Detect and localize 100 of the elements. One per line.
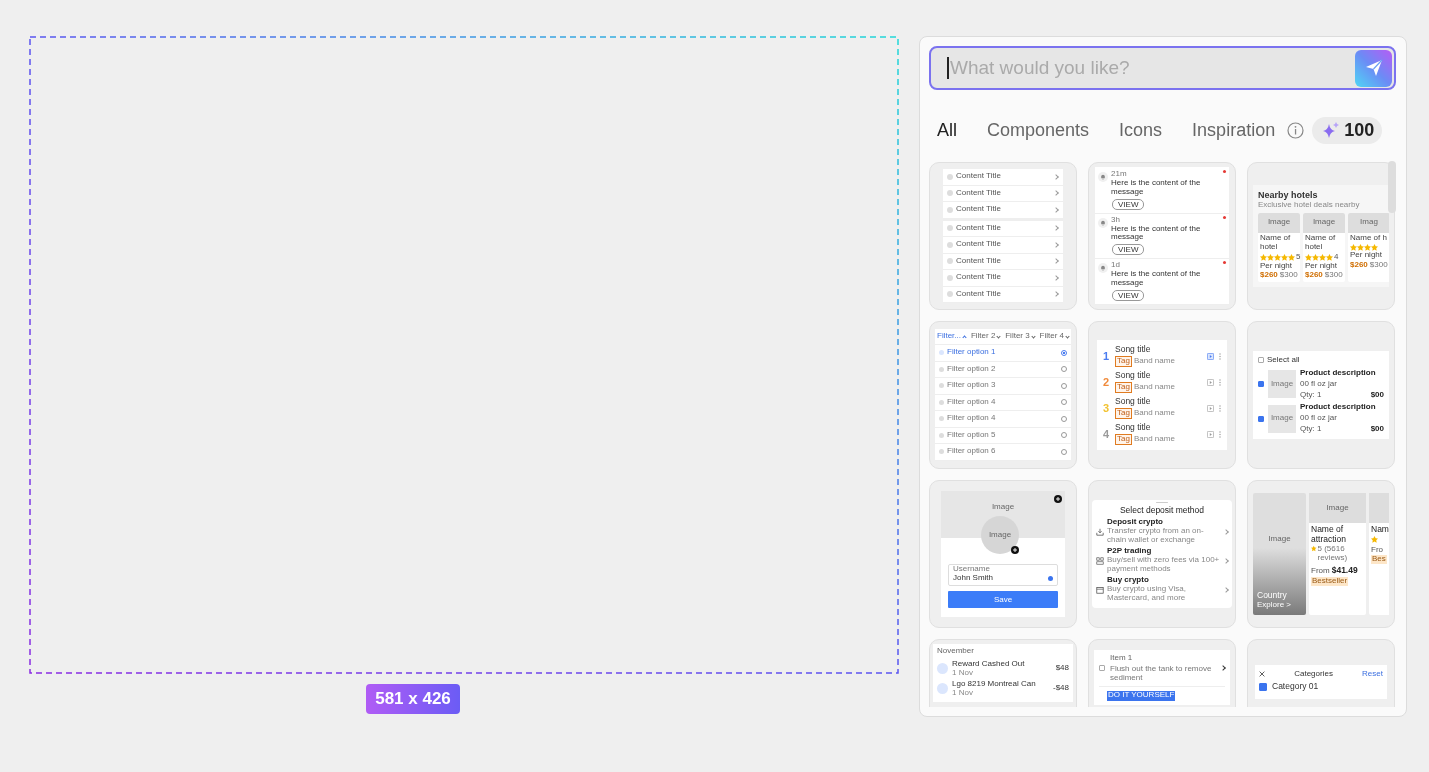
- old-price: $300: [1279, 271, 1298, 281]
- option-title: P2P trading: [1107, 547, 1153, 557]
- template-card[interactable]: Image Image Username John Smith Save: [929, 480, 1077, 628]
- template-card[interactable]: Content Title Content Title Content Title Content Title Content Title Content Title Content Title Content Title: [929, 162, 1077, 310]
- unread-dot: [1223, 169, 1226, 173]
- valid-icon: [1048, 576, 1053, 581]
- view-button[interactable]: VIEW: [1112, 198, 1145, 210]
- section-title: Nearby hotels: [1258, 189, 1319, 200]
- image-caption: Image: [1268, 535, 1291, 544]
- template-card[interactable]: 21m Here is the content of the message VIEW 3h Here is the content of the message VIEW 1d Here is the content of the message VIEW: [1088, 162, 1236, 310]
- template-card[interactable]: Filter... Filter 2 Filter 3 Filter 4 Filter option 1 Filter option 2 Filter option 3 Filter option 4 Filter option 4 Filter option 5 Filter option 6: [929, 321, 1077, 469]
- checkbox[interactable]: [1258, 357, 1264, 364]
- filter-dropdown[interactable]: Filter 4: [1039, 332, 1069, 342]
- play-icon[interactable]: [1207, 430, 1214, 438]
- tab[interactable]: Icons: [1111, 119, 1171, 141]
- explore-link[interactable]: Explore >: [1257, 601, 1292, 610]
- option-label: Filter option 6: [947, 447, 997, 457]
- send-button[interactable]: [1355, 49, 1392, 87]
- tag-label: Tag: [1115, 433, 1132, 445]
- filter-dropdown[interactable]: Filter 2: [970, 332, 1001, 342]
- price-caption: Fro: [1371, 545, 1383, 555]
- checkbox[interactable]: [1258, 415, 1264, 422]
- transaction-amount: -$48: [1053, 684, 1069, 694]
- avatar-icon: [937, 663, 948, 675]
- info-icon[interactable]: [1287, 121, 1305, 139]
- tag-label: Bestseller: [1311, 576, 1349, 586]
- song-title: Song title: [1115, 423, 1152, 433]
- template-card[interactable]: Image Country Explore > Image Name of attraction 5 (5616 reviews) From $41.49 Bestseller Nam Fro Bes: [1247, 480, 1395, 628]
- price: $00: [1370, 390, 1384, 400]
- quantity: Qty: 1: [1300, 425, 1322, 435]
- option-title: Buy crypto: [1107, 576, 1150, 586]
- checkbox[interactable]: [1259, 683, 1267, 691]
- avatar-icon: [937, 683, 948, 695]
- item-title: Content Title: [956, 205, 1002, 215]
- quantity: Qty: 1: [1300, 390, 1322, 400]
- track-number: 2: [1103, 375, 1110, 389]
- price: $260: [1350, 260, 1368, 270]
- wallet-icon: [1096, 585, 1104, 594]
- song-title: Song title: [1115, 397, 1152, 407]
- star-icon: [1371, 535, 1378, 543]
- avatar-icon: [939, 449, 944, 455]
- radio-button[interactable]: [1061, 349, 1067, 356]
- download-icon: [1096, 527, 1104, 536]
- add-icon[interactable]: [1011, 546, 1019, 554]
- tab[interactable]: Components: [979, 119, 1098, 141]
- save-button[interactable]: Save: [948, 591, 1058, 608]
- product-size: 00 fl oz jar: [1300, 414, 1338, 424]
- template-card[interactable]: [1088, 480, 1236, 628]
- view-button[interactable]: VIEW: [1112, 290, 1145, 302]
- template-card[interactable]: Nearby hotels Exclusive hotel deals nearby Image Name of hotel 5 Per night $260 $300 Image Name of hotel 4 Per night $260 $300 Imag Name of h Per night $260 $300: [1247, 162, 1395, 310]
- avatar-icon: [947, 291, 953, 298]
- track-number: 1: [1103, 349, 1110, 363]
- checkbox[interactable]: [1258, 381, 1264, 388]
- prompt-field[interactable]: What would you like?: [949, 57, 1355, 79]
- price-caption: Per night: [1349, 251, 1384, 261]
- prompt-bar[interactable]: What would you like?: [929, 46, 1396, 90]
- transaction-title: Lgo 8219 Montreal Can: [952, 679, 1037, 689]
- size-label: 581 x 426: [366, 684, 460, 714]
- bell-icon: [1098, 217, 1108, 228]
- template-card[interactable]: November Reward Cashed Out 1 Nov $48 Lgo 8219 Montreal Can 1 Nov -$48: [929, 639, 1077, 707]
- reset-link[interactable]: Reset: [1362, 669, 1383, 679]
- option-label: Filter option 4: [947, 414, 997, 424]
- band-name: Band name: [1133, 382, 1175, 392]
- tab[interactable]: All: [929, 119, 965, 141]
- exchange-icon: [1096, 556, 1104, 565]
- filter-dropdown[interactable]: Filter...: [937, 332, 966, 342]
- add-icon[interactable]: [1054, 495, 1062, 503]
- template-card[interactable]: Item 1 Flush out the tank to remove sediment DO IT YOURSELF: [1088, 639, 1236, 707]
- checkbox[interactable]: [1099, 665, 1105, 672]
- scrollbar-thumb[interactable]: [1388, 161, 1396, 213]
- username-field[interactable]: Username John Smith: [948, 564, 1058, 586]
- play-icon[interactable]: [1207, 404, 1214, 412]
- template-card[interactable]: Categories Reset Category 01: [1247, 639, 1395, 707]
- notification-time: 3h: [1111, 215, 1120, 225]
- notification-message: Here is the content of the message: [1111, 224, 1202, 243]
- old-price: $300: [1324, 271, 1343, 281]
- tab[interactable]: Inspiration: [1184, 119, 1284, 141]
- avatar-icon: [947, 274, 953, 281]
- template-card[interactable]: Select all Image Product description 00 fl oz jar Qty: 1 $00 Image Product description 00 fl oz jar Qty: 1 $00: [1247, 321, 1395, 469]
- unread-dot: [1223, 215, 1226, 219]
- view-button[interactable]: VIEW: [1112, 244, 1145, 256]
- option-label: Filter option 4: [947, 398, 997, 407]
- song-title: Song title: [1115, 345, 1152, 355]
- field-label: Username: [953, 565, 990, 574]
- notification-message: Here is the content of the message: [1111, 178, 1202, 197]
- avatar-icon: [947, 190, 953, 197]
- option-label: Filter option 3: [947, 381, 997, 391]
- price: $260: [1305, 271, 1323, 281]
- drag-handle[interactable]: [1156, 501, 1168, 503]
- avatar-icon: [947, 241, 953, 248]
- select-all-label: Select all: [1267, 355, 1300, 365]
- product-title: Product description: [1300, 368, 1377, 378]
- image-placeholder: Image: [1258, 212, 1300, 233]
- hotel-name: Name of h: [1349, 234, 1388, 244]
- play-icon[interactable]: [1207, 378, 1214, 386]
- filter-dropdown[interactable]: Filter 3: [1005, 332, 1035, 342]
- transaction-date: 1 Nov: [952, 669, 974, 679]
- close-icon[interactable]: [1259, 671, 1265, 677]
- country-title: Country: [1257, 590, 1287, 601]
- play-icon[interactable]: [1207, 352, 1214, 360]
